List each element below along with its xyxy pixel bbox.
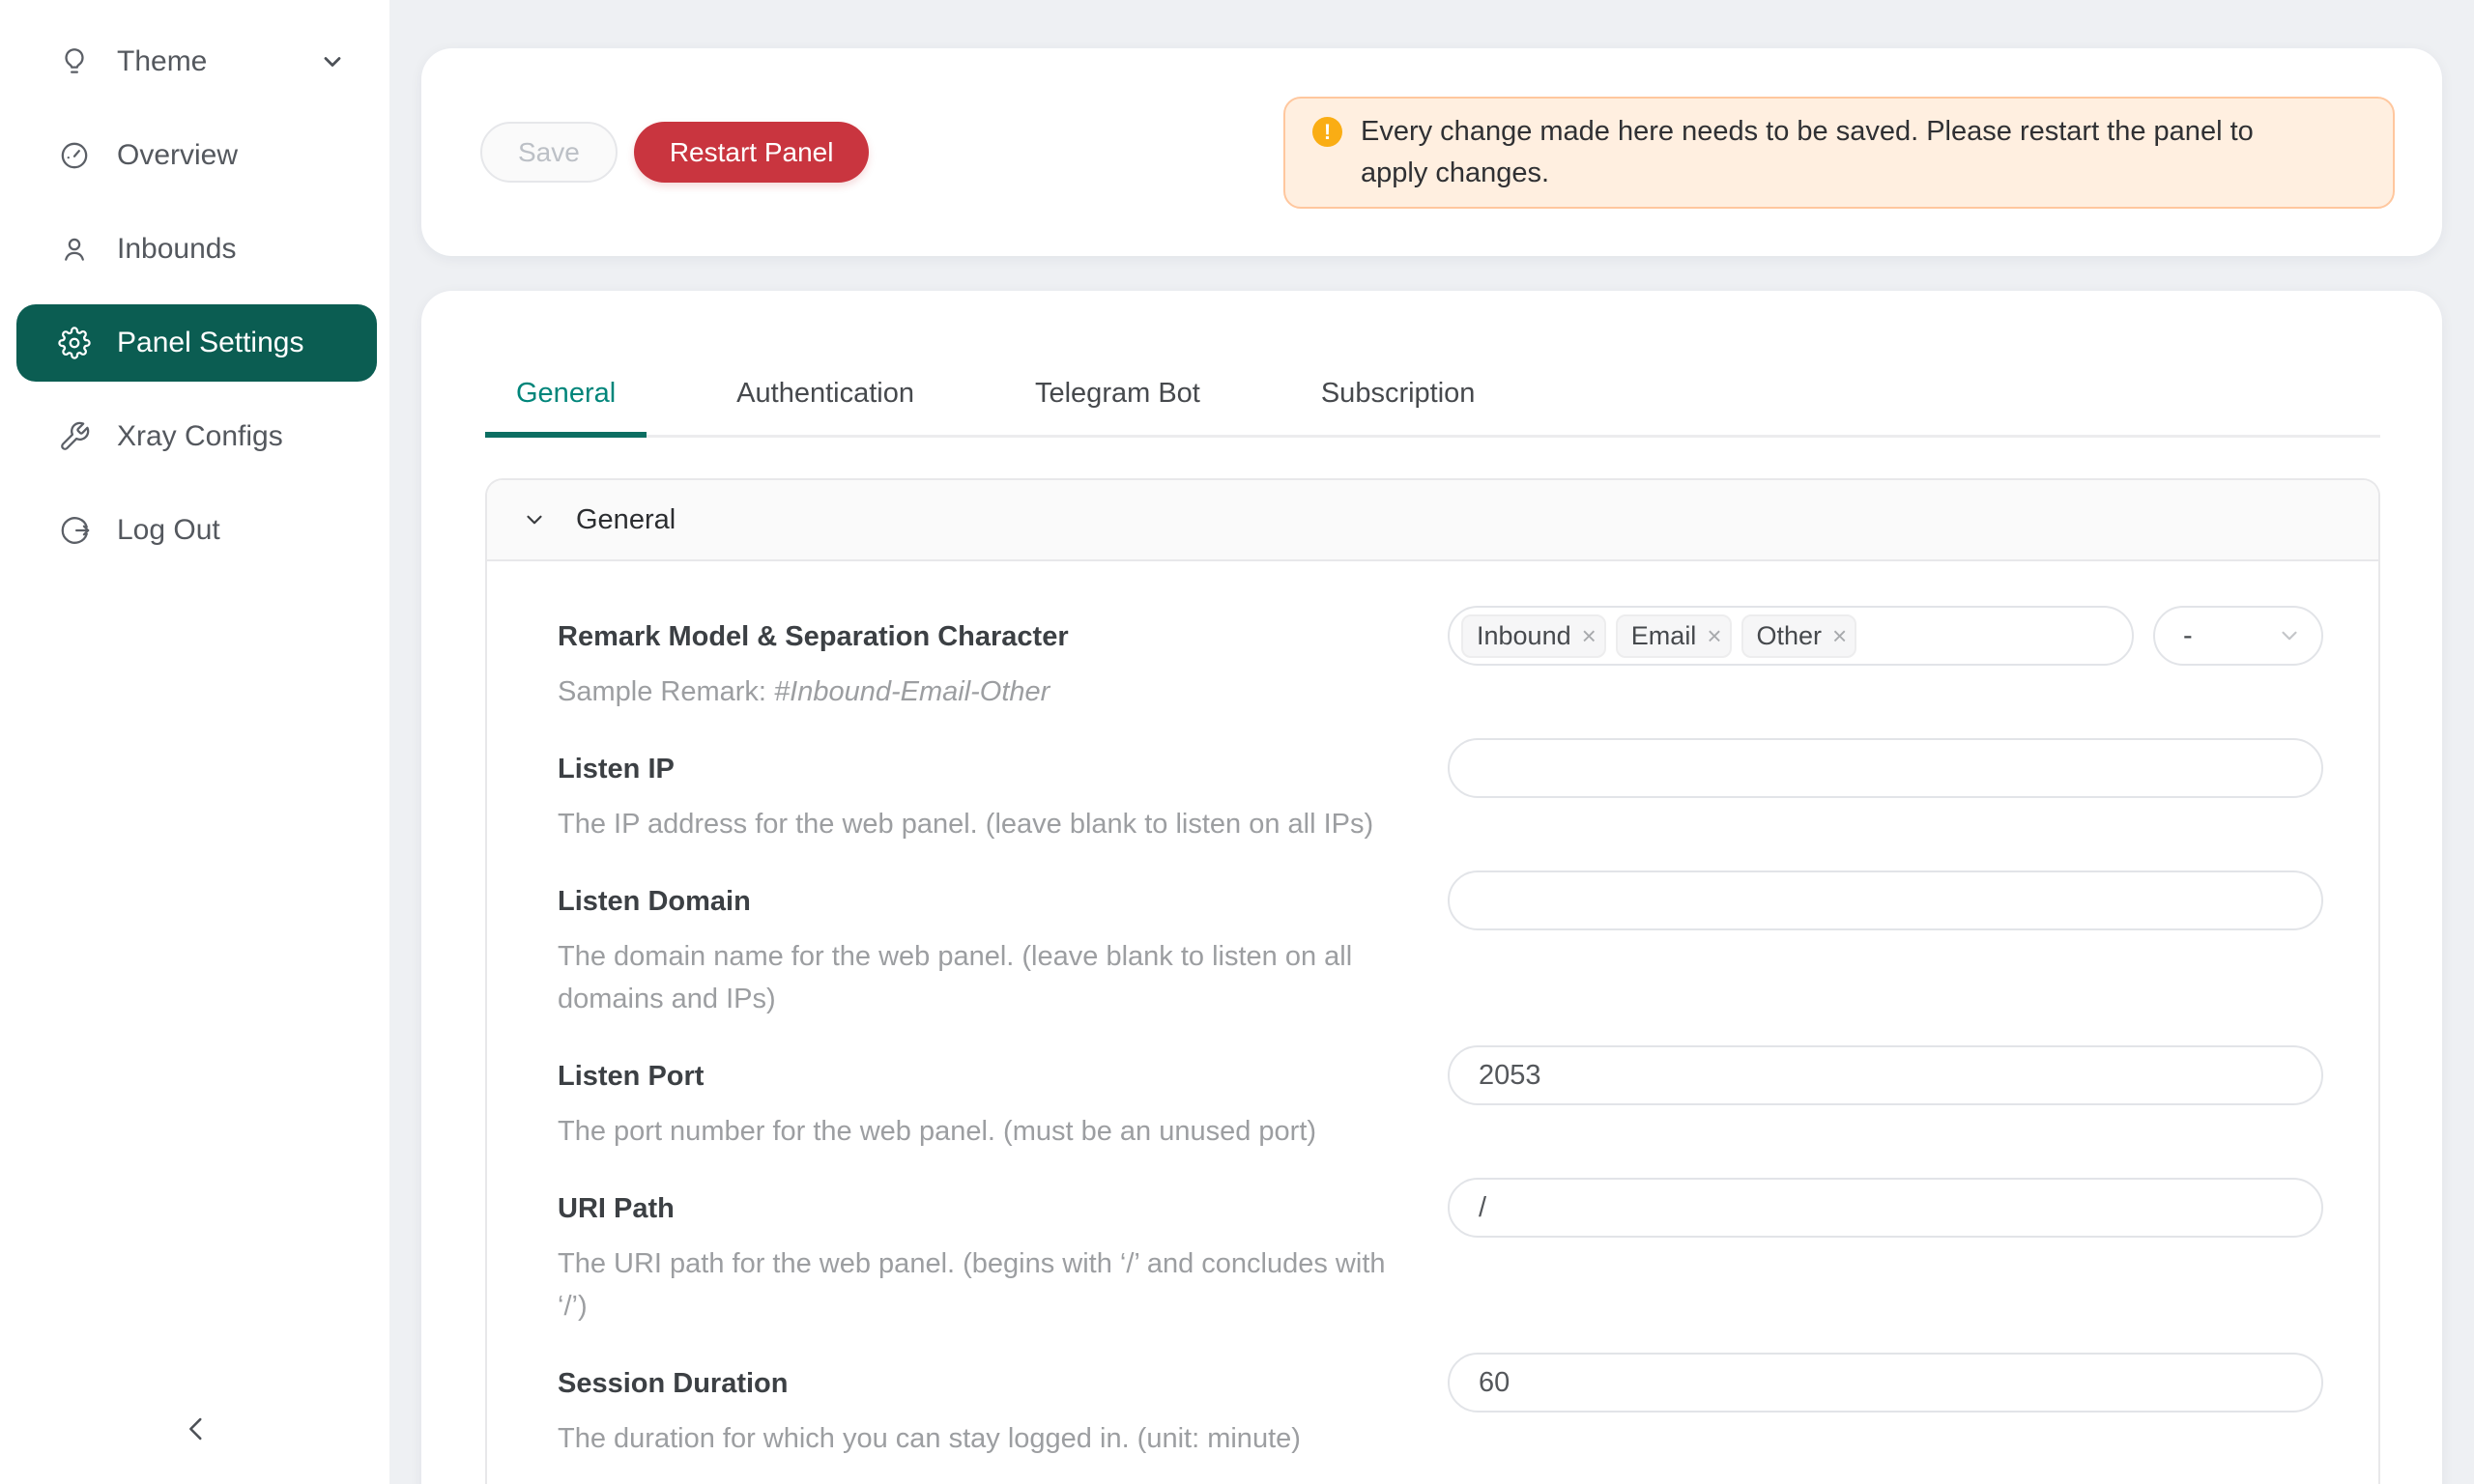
sidebar: Theme Overview — [0, 0, 389, 1484]
tab-general[interactable]: General — [485, 349, 647, 435]
remove-tag-icon[interactable]: × — [1707, 623, 1721, 648]
sidebar-item-log-out[interactable]: Log Out — [16, 492, 377, 569]
field-controls — [1448, 1045, 2323, 1153]
field-label: Remark Model & Separation Character — [558, 619, 1408, 654]
sidebar-item-overview[interactable]: Overview — [16, 117, 377, 194]
chevron-down-icon — [2277, 623, 2302, 648]
tag-inbound: Inbound × — [1461, 614, 1606, 658]
separator-select[interactable]: - — [2153, 606, 2323, 666]
field-hint: The URI path for the web panel. (begins … — [558, 1242, 1408, 1327]
remove-tag-icon[interactable]: × — [1582, 623, 1597, 648]
remark-model-multiselect[interactable]: Inbound × Email × Other × — [1448, 606, 2134, 666]
sidebar-item-label: Panel Settings — [117, 327, 303, 359]
separator-value: - — [2183, 620, 2193, 652]
sidebar-item-label: Log Out — [117, 514, 220, 547]
field-row-remark-model: Remark Model & Separation Character Samp… — [558, 619, 2323, 713]
field-row-uri-path: URI Path The URI path for the web panel.… — [558, 1191, 2323, 1327]
field-controls — [1448, 1353, 2323, 1460]
field-row-listen-domain: Listen Domain The domain name for the we… — [558, 884, 2323, 1020]
field-label: Listen IP — [558, 752, 1408, 786]
wrench-icon — [58, 420, 91, 453]
chevron-left-icon — [180, 1413, 213, 1445]
listen-ip-input[interactable] — [1448, 738, 2323, 798]
field-label: Listen Port — [558, 1059, 1408, 1094]
sidebar-nav: Theme Overview — [0, 0, 389, 569]
field-hint: The IP address for the web panel. (leave… — [558, 803, 1408, 845]
user-icon — [58, 233, 91, 266]
session-duration-input[interactable] — [1448, 1353, 2323, 1413]
field-labels: Listen Port The port number for the web … — [558, 1059, 1408, 1153]
sidebar-item-label: Overview — [117, 139, 238, 172]
field-hint: The duration for which you can stay logg… — [558, 1417, 1408, 1460]
field-row-listen-ip: Listen IP The IP address for the web pan… — [558, 752, 2323, 845]
panel-settings-card: General Authentication Telegram Bot Subs… — [421, 291, 2442, 1484]
uri-path-input[interactable] — [1448, 1178, 2323, 1238]
field-label: Session Duration — [558, 1366, 1408, 1401]
sidebar-collapse-button[interactable] — [170, 1403, 222, 1455]
general-form: Remark Model & Separation Character Samp… — [487, 561, 2378, 1484]
tab-authentication[interactable]: Authentication — [705, 349, 945, 435]
sidebar-item-xray-configs[interactable]: Xray Configs — [16, 398, 377, 475]
field-labels: Listen IP The IP address for the web pan… — [558, 752, 1408, 845]
listen-domain-input[interactable] — [1448, 870, 2323, 930]
remove-tag-icon[interactable]: × — [1832, 623, 1847, 648]
chevron-down-icon — [522, 507, 547, 532]
lightbulb-icon — [58, 45, 91, 78]
field-row-session-duration: Session Duration The duration for which … — [558, 1366, 2323, 1460]
action-bar-card: Save Restart Panel ! Every change made h… — [421, 48, 2442, 256]
tag-email: Email × — [1616, 614, 1732, 658]
restart-panel-button[interactable]: Restart Panel — [634, 122, 870, 183]
field-hint: The domain name for the web panel. (leav… — [558, 935, 1408, 1020]
field-labels: URI Path The URI path for the web panel.… — [558, 1191, 1408, 1327]
field-labels: Session Duration The duration for which … — [558, 1366, 1408, 1460]
dashboard-icon — [58, 139, 91, 172]
field-controls: Inbound × Email × Other × — [1448, 606, 2323, 713]
gear-icon — [58, 327, 91, 359]
field-row-listen-port: Listen Port The port number for the web … — [558, 1059, 2323, 1153]
section-title: General — [576, 504, 676, 536]
field-controls — [1448, 1178, 2323, 1327]
restart-warning-alert: ! Every change made here needs to be sav… — [1283, 97, 2395, 209]
sidebar-item-label: Inbounds — [117, 233, 236, 266]
field-hint: Sample Remark: #Inbound-Email-Other — [558, 671, 1408, 713]
general-collapse-panel: General Remark Model & Separation Charac… — [485, 478, 2380, 1484]
sidebar-item-inbounds[interactable]: Inbounds — [16, 211, 377, 288]
field-labels: Listen Domain The domain name for the we… — [558, 884, 1408, 1020]
field-controls — [1448, 738, 2323, 845]
field-labels: Remark Model & Separation Character Samp… — [558, 619, 1408, 713]
tab-subscription[interactable]: Subscription — [1290, 349, 1507, 435]
sample-remark-value: #Inbound-Email-Other — [774, 676, 1050, 707]
field-label: Listen Domain — [558, 884, 1408, 919]
main-content: Save Restart Panel ! Every change made h… — [389, 0, 2474, 1484]
warning-icon: ! — [1312, 117, 1342, 147]
chevron-down-icon — [319, 48, 346, 75]
field-controls — [1448, 870, 2323, 1020]
settings-tabs: General Authentication Telegram Bot Subs… — [485, 349, 2380, 438]
sidebar-item-panel-settings[interactable]: Panel Settings — [16, 304, 377, 382]
sidebar-item-label: Theme — [117, 45, 207, 78]
sidebar-item-label: Xray Configs — [117, 420, 283, 453]
listen-port-input[interactable] — [1448, 1045, 2323, 1105]
general-collapse-header[interactable]: General — [487, 480, 2378, 561]
save-button[interactable]: Save — [480, 122, 618, 183]
warning-text: Every change made here needs to be saved… — [1361, 111, 2317, 194]
logout-icon — [58, 514, 91, 547]
field-hint: The port number for the web panel. (must… — [558, 1110, 1408, 1153]
field-label: URI Path — [558, 1191, 1408, 1226]
tag-other: Other × — [1741, 614, 1857, 658]
tab-telegram-bot[interactable]: Telegram Bot — [1004, 349, 1231, 435]
sidebar-item-theme[interactable]: Theme — [16, 23, 377, 100]
